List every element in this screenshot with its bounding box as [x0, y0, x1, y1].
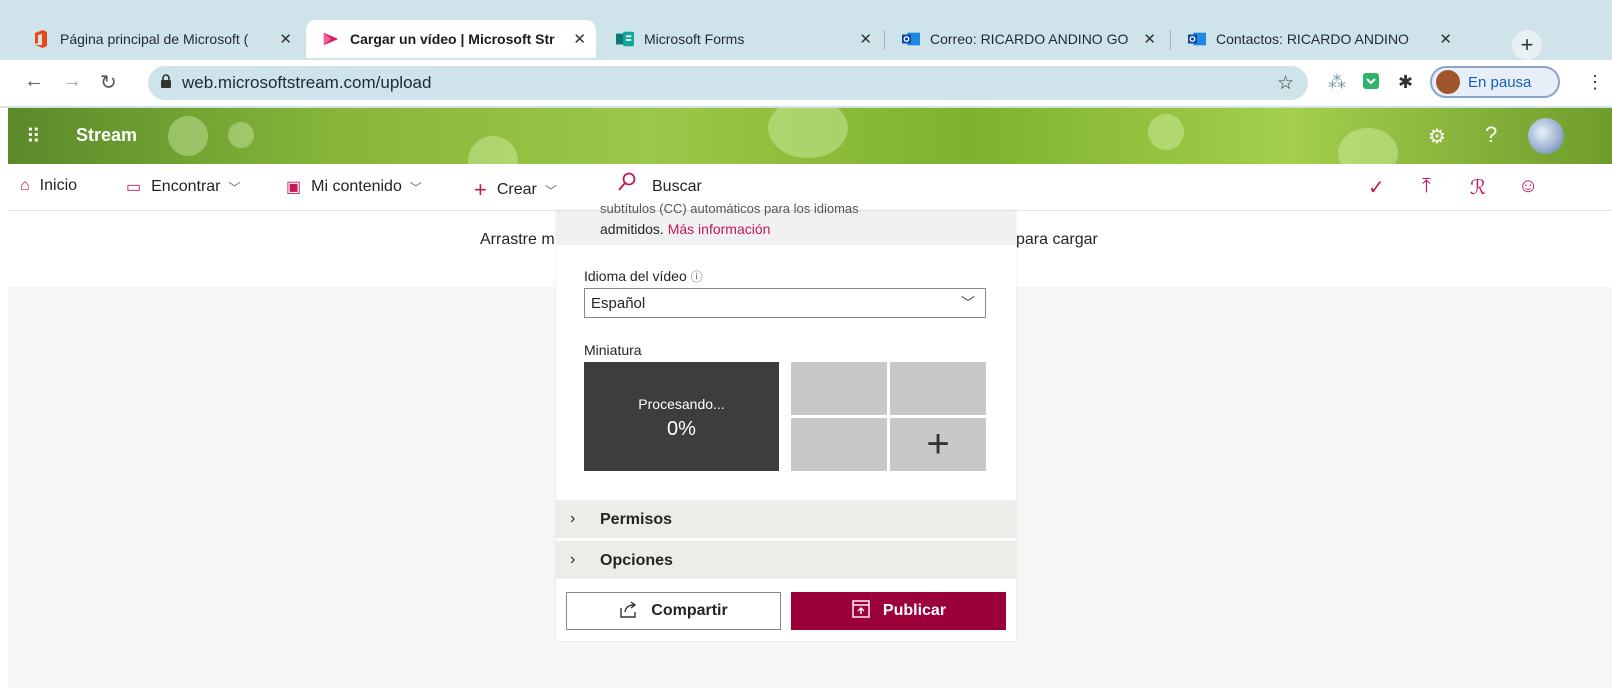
- processing-label: Procesando...: [638, 396, 725, 412]
- thumbnail-option[interactable]: [890, 362, 986, 415]
- more-info-link[interactable]: Más información: [668, 221, 771, 237]
- outlook-icon: [1188, 30, 1206, 48]
- tab-divider: [1170, 30, 1171, 50]
- profile-pause-button[interactable]: En pausa: [1430, 66, 1560, 98]
- forms-icon: [616, 30, 634, 48]
- checkmark-icon[interactable]: ✓: [1368, 175, 1385, 200]
- tab-forms[interactable]: Microsoft Forms ✕: [600, 20, 882, 58]
- video-language-select[interactable]: Español ﹀: [584, 288, 986, 318]
- home-icon: ⌂: [20, 177, 30, 194]
- header-decoration: [1338, 128, 1398, 164]
- chevron-down-icon: ﹀: [961, 295, 975, 311]
- header-decoration: [228, 122, 254, 148]
- close-tab-icon[interactable]: ✕: [573, 30, 586, 48]
- add-user-icon[interactable]: ℛ: [1470, 175, 1486, 200]
- drop-zone-text-right: para cargar: [1016, 231, 1098, 248]
- plus-icon: +: [474, 177, 487, 202]
- nav-discover[interactable]: ▭ Encontrar ﹀: [126, 177, 241, 197]
- profile-avatar: [1436, 70, 1460, 94]
- url-text: web.microsoftstream.com/upload: [182, 73, 432, 92]
- chevron-right-icon: ›: [570, 551, 576, 568]
- forward-arrow-icon[interactable]: →: [62, 70, 82, 93]
- back-arrow-icon[interactable]: ←: [24, 70, 44, 93]
- address-bar-row: ← → ↻ web.microsoftstream.com/upload ☆ ⁂…: [0, 60, 1612, 106]
- nav-home[interactable]: ⌂ Inicio: [20, 177, 77, 195]
- extensions-puzzle-icon[interactable]: ✱: [1398, 72, 1413, 93]
- upload-details-panel: subtítulos (CC) automáticos para los idi…: [556, 201, 1016, 641]
- search-box[interactable]: Buscar: [652, 178, 702, 196]
- dropbox-extension-icon[interactable]: ⁂: [1328, 72, 1346, 93]
- header-decoration: [468, 136, 518, 164]
- header-decoration: [1148, 114, 1184, 150]
- close-tab-icon[interactable]: ✕: [859, 30, 872, 48]
- pocket-extension-icon[interactable]: [1362, 72, 1380, 95]
- share-icon: [619, 600, 639, 623]
- tab-divider: [884, 30, 885, 50]
- chevron-down-icon: ﹀: [228, 180, 241, 195]
- my-content-icon: ▣: [286, 179, 302, 196]
- browser-chrome: Página principal de Microsoft ( ✕ Cargar…: [0, 0, 1612, 108]
- tab-office-home[interactable]: Página principal de Microsoft ( ✕: [16, 20, 302, 58]
- outlook-icon: [902, 30, 920, 48]
- tab-strip: Página principal de Microsoft ( ✕ Cargar…: [0, 8, 1612, 60]
- stream-icon: [322, 30, 340, 48]
- info-circle-icon[interactable]: ⓘ: [691, 270, 703, 284]
- url-bar[interactable]: web.microsoftstream.com/upload ☆: [148, 66, 1308, 100]
- options-section[interactable]: › Opciones: [556, 541, 1016, 579]
- captions-info-text-cut: subtítulos (CC) automáticos para los idi…: [600, 201, 859, 216]
- header-decoration: [768, 108, 848, 158]
- upload-thumbnail-button[interactable]: +: [890, 418, 986, 471]
- app-title[interactable]: Stream: [76, 125, 137, 146]
- chevron-down-icon: ﹀: [409, 180, 422, 195]
- chevron-right-icon: ›: [570, 510, 576, 527]
- share-button[interactable]: Compartir: [566, 592, 781, 630]
- tab-mail[interactable]: Correo: RICARDO ANDINO GO ✕: [886, 20, 1166, 58]
- search-icon[interactable]: [618, 172, 636, 198]
- permissions-section[interactable]: › Permisos: [556, 500, 1016, 538]
- tab-stream-upload[interactable]: Cargar un vídeo | Microsoft Str ✕: [306, 20, 596, 58]
- browser-menu-icon[interactable]: ⋮: [1586, 72, 1604, 93]
- nav-my-content[interactable]: ▣ Mi contenido ﹀: [286, 177, 422, 197]
- captions-info-box: subtítulos (CC) automáticos para los idi…: [556, 201, 1016, 245]
- thumbnail-option[interactable]: [791, 418, 887, 471]
- header-decoration: [168, 116, 208, 156]
- publish-icon: [851, 599, 871, 624]
- thumbnail-processing: Procesando... 0%: [584, 362, 779, 471]
- feedback-smiley-icon[interactable]: ☺: [1518, 175, 1538, 198]
- app-launcher-icon[interactable]: ⠿: [26, 124, 41, 149]
- close-tab-icon[interactable]: ✕: [1143, 30, 1156, 48]
- thumbnail-option[interactable]: [791, 362, 887, 415]
- bookmark-star-icon[interactable]: ☆: [1277, 72, 1294, 95]
- drop-zone-text-left: Arrastre m: [480, 231, 555, 248]
- nav-create[interactable]: + Crear ﹀: [474, 177, 557, 203]
- upload-icon[interactable]: ⤒: [1422, 175, 1431, 198]
- user-avatar[interactable]: [1528, 118, 1564, 154]
- close-tab-icon[interactable]: ✕: [1439, 30, 1452, 48]
- tab-contacts[interactable]: Contactos: RICARDO ANDINO ✕: [1172, 20, 1462, 58]
- gear-icon[interactable]: ⚙: [1428, 124, 1446, 149]
- video-language-label: Idioma del vídeo ⓘ: [584, 268, 703, 284]
- stream-header: ⠿ Stream ⚙ ?: [8, 108, 1612, 164]
- discover-icon: ▭: [126, 179, 142, 196]
- captions-info-text: admitidos. Más información: [600, 221, 771, 237]
- processing-percent: 0%: [667, 418, 696, 440]
- plus-icon: +: [926, 422, 950, 466]
- thumbnail-label: Miniatura: [584, 342, 642, 358]
- lock-icon: [160, 73, 172, 93]
- office-icon: [32, 30, 50, 48]
- help-icon[interactable]: ?: [1485, 122, 1497, 148]
- close-tab-icon[interactable]: ✕: [279, 30, 292, 48]
- publish-button[interactable]: Publicar: [791, 592, 1006, 630]
- new-tab-button[interactable]: +: [1512, 30, 1542, 60]
- reload-icon[interactable]: ↻: [100, 70, 117, 95]
- chevron-down-icon: ﹀: [544, 183, 557, 198]
